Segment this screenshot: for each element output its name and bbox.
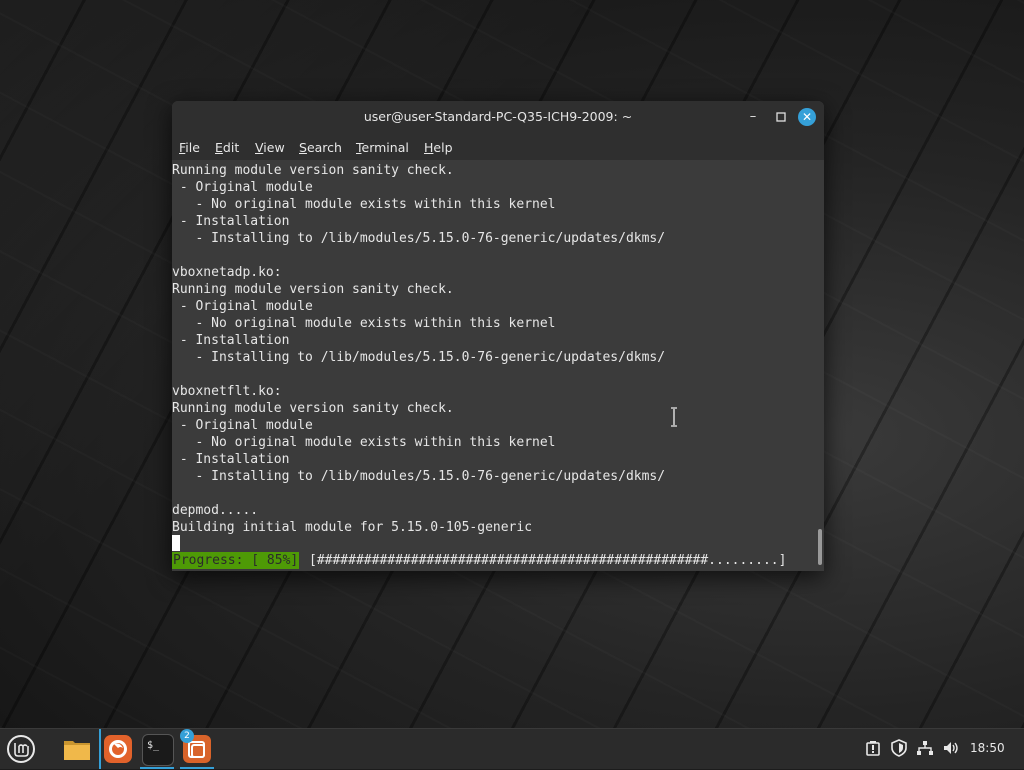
minimize-button[interactable]: – — [744, 108, 762, 126]
menu-edit-mnemonic: E — [215, 140, 223, 155]
menu-file[interactable]: File — [179, 140, 200, 155]
terminal-line: - Original module — [172, 418, 313, 433]
firefox-button[interactable] — [101, 732, 135, 766]
terminal-line: Building initial module for 5.15.0-105-g… — [172, 520, 533, 535]
terminal-line: - No original module exists within this … — [172, 197, 556, 212]
menu-file-rest: ile — [185, 140, 200, 155]
menu-view-rest: iew — [263, 140, 285, 155]
taskbar-separator — [99, 729, 101, 769]
terminal-line: vboxnetflt.ko: — [172, 384, 282, 399]
updater-active-indicator — [180, 767, 214, 769]
menu-help-rest: elp — [433, 140, 453, 155]
maximize-button[interactable] — [772, 108, 790, 126]
menu-bar: File Edit View Search Terminal Help — [172, 133, 824, 160]
terminal-line: - Installation — [172, 333, 290, 348]
terminal-line: - No original module exists within this … — [172, 435, 556, 450]
menu-view[interactable]: View — [255, 140, 285, 155]
clock[interactable]: 18:50 — [970, 741, 1005, 755]
terminal-line: Running module version sanity check. — [172, 163, 454, 178]
terminal-line: - Installing to /lib/modules/5.15.0-76-g… — [172, 469, 666, 484]
scrollbar[interactable] — [816, 160, 824, 571]
terminal-icon-glyph: $_ — [147, 740, 160, 751]
terminal-line: - Installation — [172, 214, 290, 229]
firefox-icon — [104, 735, 132, 763]
volume-icon[interactable] — [942, 739, 960, 757]
terminal-line: Running module version sanity check. — [172, 401, 454, 416]
terminal-line: vboxnetadp.ko: — [172, 265, 282, 280]
menu-search[interactable]: Search — [299, 140, 342, 155]
ibeam-cursor-icon — [671, 407, 677, 427]
menu-search-rest: earch — [306, 140, 342, 155]
notifications-icon[interactable] — [864, 739, 882, 757]
close-button[interactable]: ✕ — [798, 108, 816, 126]
terminal-taskbar-button[interactable]: $_ — [140, 732, 174, 766]
title-bar[interactable]: user@user-Standard-PC-Q35-ICH9-2009: ~ –… — [172, 101, 824, 133]
progress-bar: [#######################################… — [309, 553, 787, 568]
files-icon — [64, 741, 90, 760]
terminal-line: - Original module — [172, 180, 313, 195]
terminal-active-indicator — [140, 767, 174, 769]
terminal-line: depmod..... — [172, 503, 259, 518]
terminal-window[interactable]: user@user-Standard-PC-Q35-ICH9-2009: ~ –… — [172, 101, 824, 571]
mint-menu-button[interactable] — [4, 732, 38, 766]
terminal-icon: $_ — [142, 734, 174, 766]
network-icon[interactable] — [916, 739, 934, 757]
window-title: user@user-Standard-PC-Q35-ICH9-2009: ~ — [363, 109, 633, 124]
menu-icon — [7, 735, 35, 763]
menu-help[interactable]: Help — [424, 140, 453, 155]
files-button[interactable] — [60, 732, 94, 766]
taskbar: $_ 2 18:50 — [0, 728, 1024, 769]
terminal-line: - Installing to /lib/modules/5.15.0-76-g… — [172, 231, 666, 246]
menu-help-mnemonic: H — [424, 140, 434, 155]
menu-edit-rest: dit — [222, 140, 240, 155]
notification-badge: 2 — [180, 729, 194, 743]
menu-search-mnemonic: S — [299, 140, 307, 155]
terminal-line: - No original module exists within this … — [172, 316, 556, 331]
software-updater-button[interactable]: 2 — [180, 729, 214, 766]
menu-terminal-rest: erminal — [361, 140, 409, 155]
text-cursor — [172, 535, 180, 551]
terminal-line: - Original module — [172, 299, 313, 314]
terminal-line: - Installing to /lib/modules/5.15.0-76-g… — [172, 350, 666, 365]
scrollbar-thumb[interactable] — [818, 529, 822, 565]
shield-icon[interactable] — [890, 739, 908, 757]
maximize-icon — [776, 112, 786, 122]
progress-label: Progress: [ 85%] — [172, 552, 300, 569]
menu-terminal[interactable]: Terminal — [356, 140, 409, 155]
terminal-output[interactable]: Running module version sanity check. - O… — [172, 160, 816, 571]
menu-edit[interactable]: Edit — [215, 140, 239, 155]
terminal-line: Running module version sanity check. — [172, 282, 454, 297]
terminal-line: - Installation — [172, 452, 290, 467]
